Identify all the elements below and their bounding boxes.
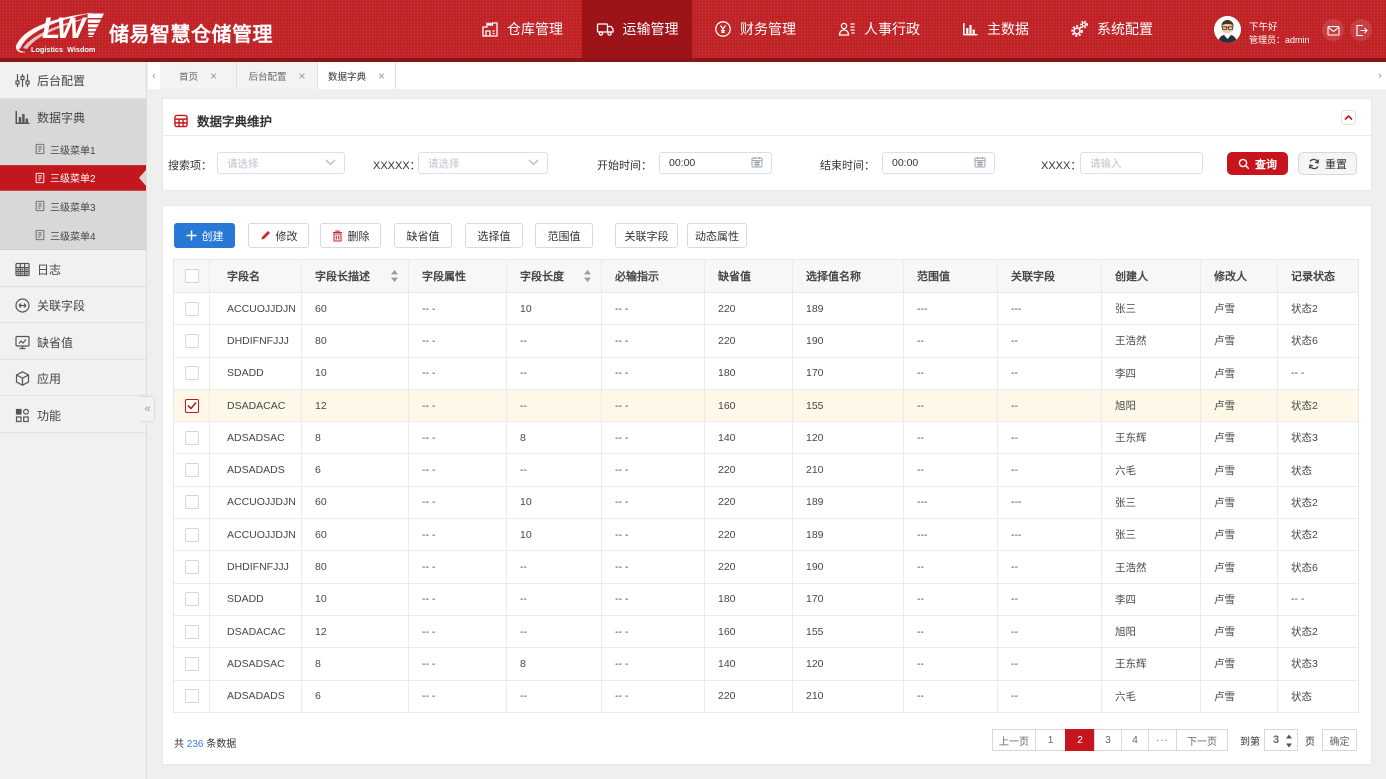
- svg-text:Logistics Wisdom: Logistics Wisdom: [31, 45, 96, 54]
- svg-text:LW: LW: [42, 12, 88, 45]
